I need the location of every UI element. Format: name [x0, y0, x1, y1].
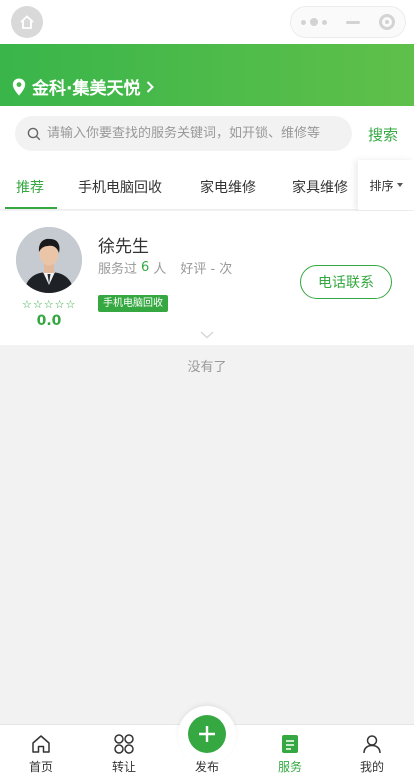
search-row: 搜索	[0, 106, 414, 160]
nav-transfer[interactable]: 转让	[94, 725, 154, 780]
home-icon	[32, 735, 50, 753]
star-icon: ☆	[22, 298, 32, 311]
served-prefix: 服务过	[98, 262, 138, 277]
nav-profile-label: 我的	[359, 760, 384, 774]
active-tab-indicator	[5, 207, 57, 209]
service-tag: 手机电脑回收	[98, 295, 168, 312]
tab-furniture-repair[interactable]: 家具维修	[292, 177, 348, 197]
star-icon: ☆	[54, 298, 65, 311]
service-icon	[282, 735, 298, 753]
category-tabs: 推荐 手机电脑回收 家电维修 家具维修 排序	[0, 160, 414, 210]
nav-transfer-label: 转让	[111, 760, 136, 774]
sort-label: 排序	[369, 178, 394, 193]
nav-service[interactable]: 服务	[260, 725, 320, 780]
tab-phone-pc-recycle[interactable]: 手机电脑回收	[78, 177, 162, 197]
transfer-icon	[114, 734, 134, 754]
nav-service-label: 服务	[277, 760, 302, 774]
plus-icon	[199, 726, 215, 742]
tab-appliance-repair[interactable]: 家电维修	[200, 177, 256, 197]
rating-score: 0.0	[36, 313, 62, 329]
location-pin-icon	[12, 78, 26, 95]
served-suffix: 人	[153, 262, 167, 277]
star-icon: ☆	[32, 298, 43, 311]
star-icon: ☆	[65, 298, 76, 311]
tab-recommended[interactable]: 推荐	[16, 177, 44, 197]
user-icon	[363, 735, 381, 754]
sort-button[interactable]: 排序	[358, 160, 414, 210]
top-bar	[0, 0, 414, 44]
chevron-down-icon[interactable]	[200, 331, 214, 339]
praise-count: 好评 - 次	[180, 262, 233, 277]
provider-name: 徐先生	[98, 237, 149, 257]
provider-stats: 服务过 6 人 好评 - 次	[98, 258, 232, 277]
search-box	[15, 116, 352, 151]
star-rating: ☆ ☆ ☆ ☆ ☆	[22, 299, 75, 311]
header-banner: 金科·集美天悦	[0, 44, 414, 106]
avatar	[16, 227, 82, 293]
search-button[interactable]: 搜索	[368, 124, 398, 145]
search-input[interactable]	[47, 126, 337, 141]
nav-home-label: 首页	[28, 760, 53, 774]
close-program-icon[interactable]	[379, 14, 396, 30]
location-label: 金科·集美天悦	[32, 79, 141, 99]
location-selector[interactable]: 金科·集美天悦	[12, 74, 155, 99]
served-count: 6	[141, 260, 150, 275]
minimize-icon[interactable]	[345, 20, 360, 24]
star-icon: ☆	[43, 298, 54, 311]
list-end-text: 没有了	[187, 360, 227, 375]
publish-label: 发布	[194, 760, 219, 774]
caret-down-icon	[396, 183, 403, 187]
nav-profile[interactable]: 我的	[342, 725, 402, 780]
nav-home[interactable]: 首页	[11, 725, 71, 780]
search-icon	[27, 127, 41, 140]
provider-card[interactable]: ☆ ☆ ☆ ☆ ☆ 0.0 徐先生 服务过 6 人 好评 - 次 手机电脑回收 …	[0, 211, 414, 345]
home-shortcut-button[interactable]	[11, 6, 43, 38]
capsule-menu	[290, 6, 406, 38]
more-options-icon[interactable]	[300, 18, 327, 26]
publish-button[interactable]	[188, 715, 226, 753]
chevron-right-icon	[147, 80, 155, 93]
house-icon	[20, 15, 34, 29]
call-button[interactable]: 电话联系	[300, 265, 392, 299]
